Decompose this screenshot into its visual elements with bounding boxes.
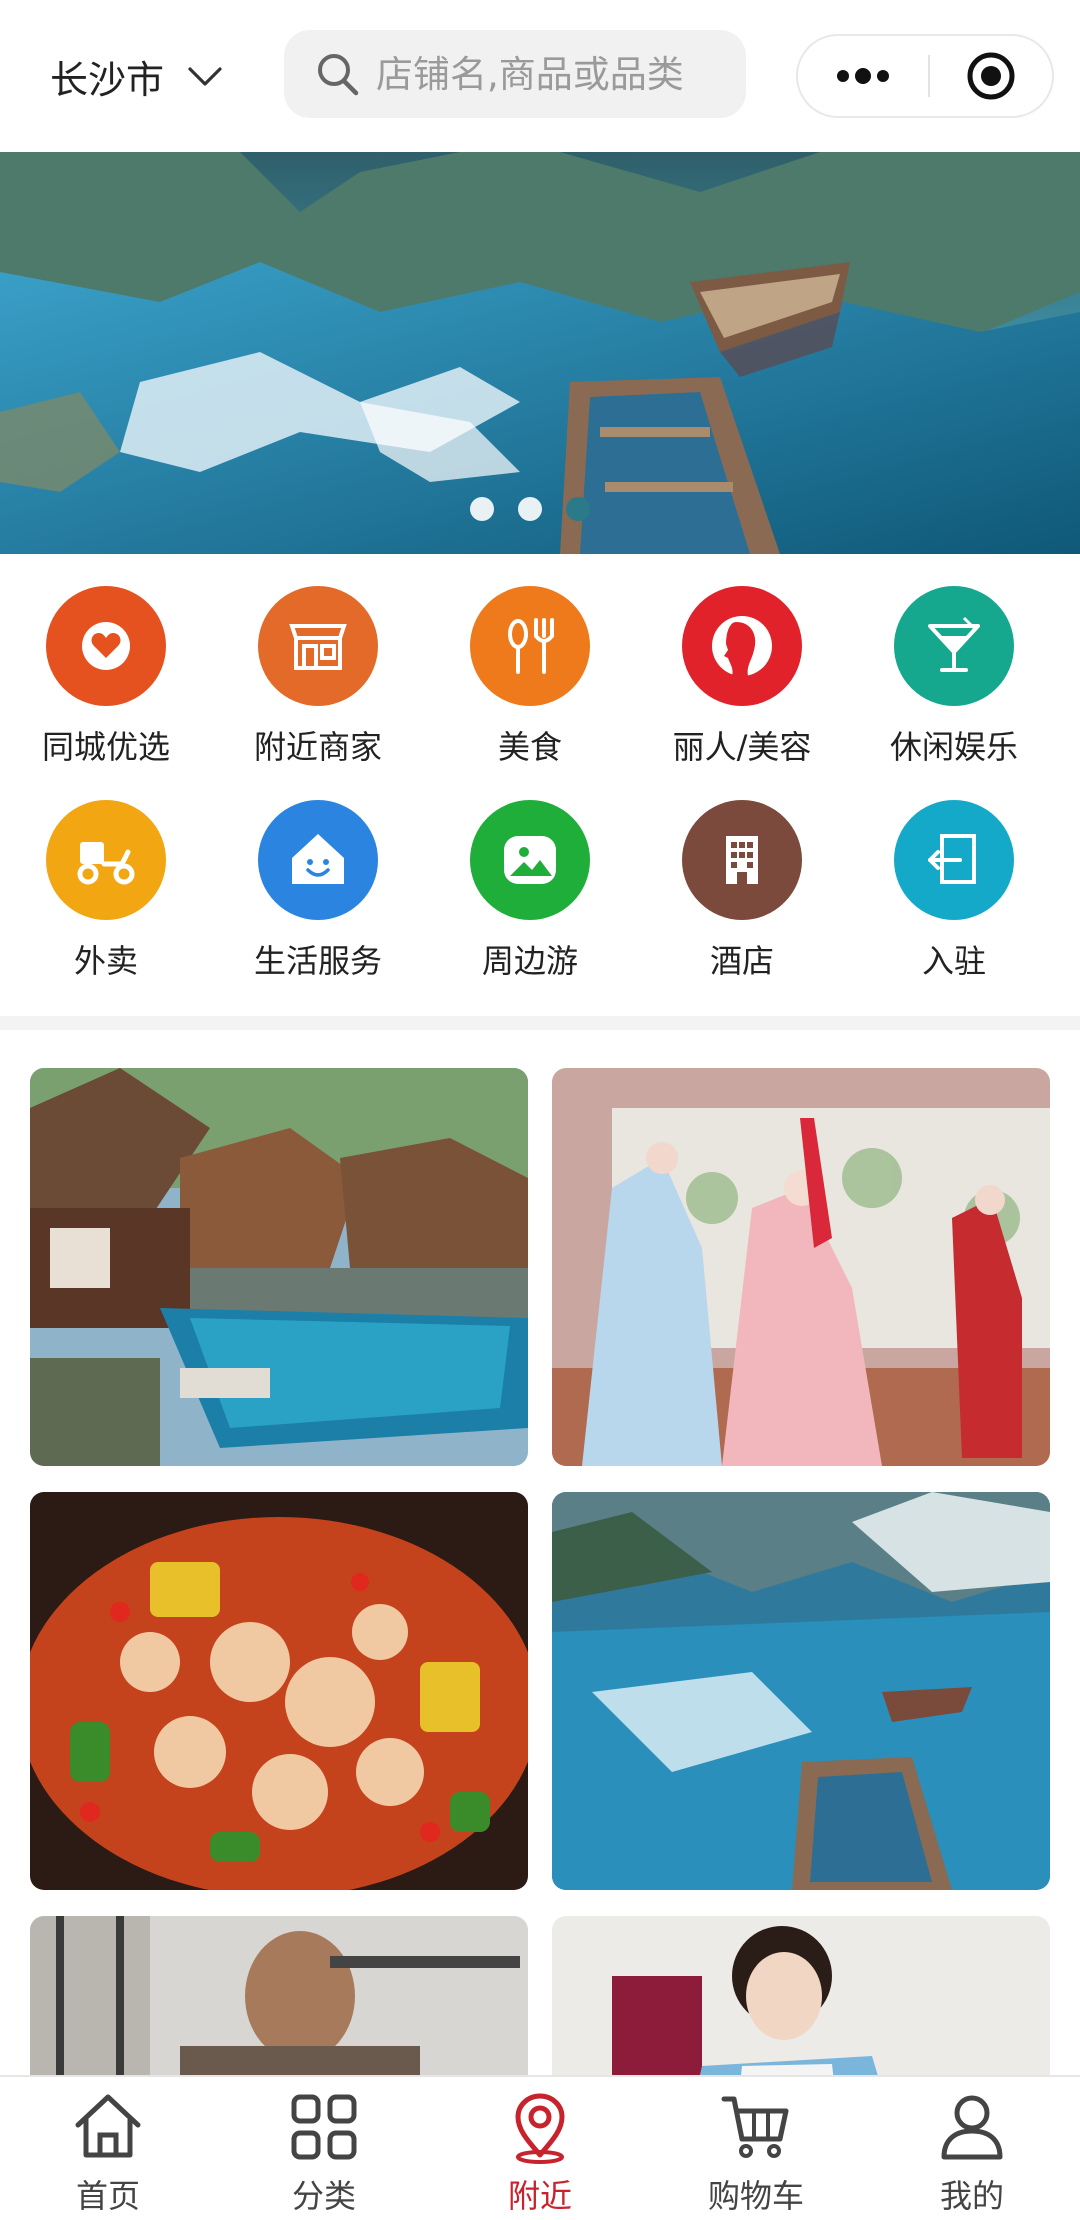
category-item[interactable]: 入驻	[848, 800, 1060, 1014]
tab-label: 分类	[291, 2177, 356, 2215]
cocktail-icon	[894, 586, 1014, 706]
top-bar: 长沙市	[0, 0, 1080, 152]
cart-icon	[721, 2096, 789, 2158]
category-label: 同城优选	[41, 728, 170, 766]
banner-carousel[interactable]	[0, 152, 1080, 554]
category-item[interactable]: 美食	[424, 586, 636, 800]
search-input[interactable]	[376, 52, 746, 96]
bottom-tab-bar: 首页 分类 附近 购物车 我的	[0, 2075, 1080, 2220]
category-item[interactable]: 丽人/美容	[636, 586, 848, 800]
chevron-down-icon	[188, 67, 222, 86]
category-label: 丽人/美容	[672, 728, 812, 766]
location-pin-icon	[515, 2093, 565, 2164]
category-label: 附近商家	[253, 728, 382, 766]
search-box[interactable]	[284, 30, 746, 118]
close-miniprogram-button[interactable]	[930, 36, 1052, 116]
tab-mine[interactable]: 我的	[864, 2077, 1080, 2220]
category-item[interactable]: 附近商家	[212, 586, 424, 800]
category-row: 同城优选 附近商家 美食 丽人/美容 休闲娱乐	[0, 586, 1080, 800]
search-icon	[318, 54, 359, 96]
section-divider	[0, 1016, 1080, 1030]
category-row: 外卖 生活服务 周边游 酒店 入驻	[0, 800, 1080, 1014]
tab-label: 我的	[939, 2177, 1004, 2215]
tab-nearby[interactable]: 附近	[432, 2077, 648, 2220]
dance-class-card[interactable]	[552, 1068, 1050, 1466]
house-smile-icon	[258, 800, 378, 920]
tab-label: 首页	[75, 2177, 140, 2215]
food-dish-card[interactable]	[30, 1492, 528, 1890]
utensils-icon	[470, 586, 590, 706]
landscape-icon	[470, 800, 590, 920]
more-button[interactable]	[798, 36, 928, 116]
category-label: 美食	[497, 728, 562, 766]
carousel-indicators	[0, 497, 1070, 521]
tab-home[interactable]: 首页	[0, 2077, 216, 2220]
category-label: 休闲娱乐	[889, 728, 1018, 766]
category-item[interactable]: 休闲娱乐	[848, 586, 1060, 800]
tab-cart[interactable]: 购物车	[648, 2077, 864, 2220]
carousel-dot[interactable]	[470, 497, 494, 521]
category-label: 周边游	[481, 942, 578, 980]
heart-icon	[46, 586, 166, 706]
city-selector[interactable]: 长沙市	[50, 48, 224, 104]
category-item[interactable]: 生活服务	[212, 800, 424, 1014]
resort-pool-card[interactable]	[30, 1068, 528, 1466]
home-icon	[75, 2094, 141, 2158]
tab-label: 附近	[507, 2177, 572, 2215]
category-item[interactable]: 周边游	[424, 800, 636, 1014]
grid-icon	[291, 2094, 357, 2160]
more-dots-icon	[837, 68, 889, 84]
storefront-icon	[258, 586, 378, 706]
target-icon	[967, 52, 1015, 100]
city-name: 长沙市	[50, 57, 165, 102]
miniprogram-capsule	[796, 34, 1054, 118]
tab-label: 购物车	[707, 2177, 804, 2215]
category-item[interactable]: 酒店	[636, 800, 848, 1014]
scooter-icon	[46, 800, 166, 920]
category-label: 入驻	[921, 942, 986, 980]
category-label: 生活服务	[253, 942, 382, 980]
carousel-dot[interactable]	[566, 497, 590, 521]
carousel-dot[interactable]	[518, 497, 542, 521]
category-grid: 同城优选 附近商家 美食 丽人/美容 休闲娱乐 外卖 生活服务 周边游 酒店 入…	[0, 586, 1080, 1014]
lake-boats-card[interactable]	[552, 1492, 1050, 1890]
user-icon	[941, 2095, 1003, 2160]
lake-boats-image	[0, 152, 1080, 554]
category-item[interactable]: 同城优选	[0, 586, 212, 800]
category-item[interactable]: 外卖	[0, 800, 212, 1014]
tab-category[interactable]: 分类	[216, 2077, 432, 2220]
category-label: 外卖	[73, 942, 138, 980]
category-label: 酒店	[709, 942, 774, 980]
woman-profile-icon	[682, 586, 802, 706]
building-icon	[682, 800, 802, 920]
entry-icon	[894, 800, 1014, 920]
